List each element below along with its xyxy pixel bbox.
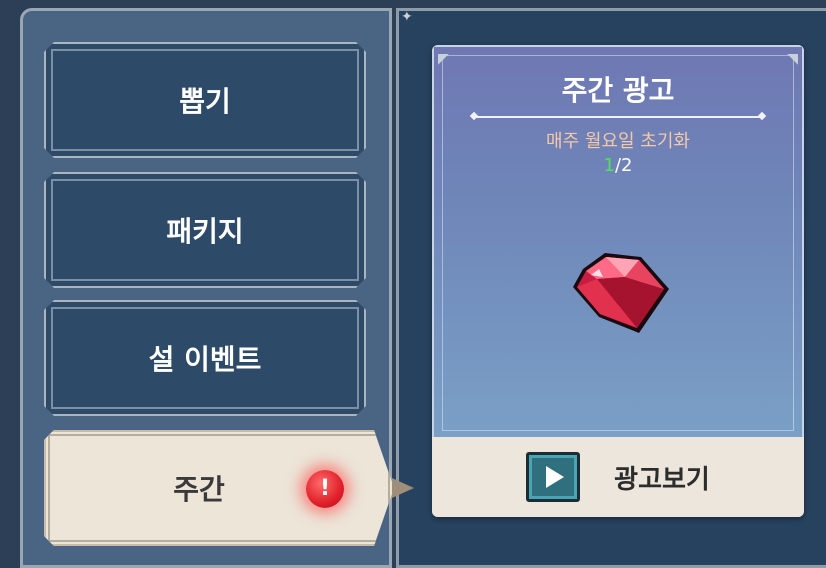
corner-ornament-icon: ◥: [787, 51, 798, 67]
reset-info-text: 매주 월요일 초기화: [546, 131, 690, 152]
exclamation-icon: !: [319, 476, 331, 501]
watch-count: 1/2: [434, 155, 802, 176]
ad-card-body: ◤ ◥ 주간 광고 매주 월요일 초기화 1/2: [432, 45, 804, 437]
menu-item-new-year-event[interactable]: 설 이벤트: [44, 300, 366, 416]
corner-ornament-icon: ✦: [401, 9, 413, 25]
watch-ad-label: 광고보기: [614, 464, 710, 495]
red-gem-icon: [573, 253, 669, 333]
menu-item-label: 패키지: [166, 215, 244, 248]
ad-card-frame: [442, 55, 794, 431]
ad-card-title: 주간 광고: [561, 74, 675, 107]
weekly-ad-card: ◤ ◥ 주간 광고 매주 월요일 초기화 1/2 광고보기: [432, 45, 804, 517]
play-icon: [526, 452, 581, 502]
menu-item-label: 설 이벤트: [148, 343, 262, 376]
title-divider: [474, 116, 762, 118]
menu-item-label: 주간: [173, 473, 225, 506]
menu-item-package[interactable]: 패키지: [44, 172, 366, 288]
alert-badge: !: [306, 470, 344, 508]
menu-item-label: 뽑기: [179, 85, 231, 118]
watch-ad-button[interactable]: 광고보기: [432, 437, 804, 517]
watch-count-total: /2: [614, 155, 633, 176]
watch-count-done: 1: [603, 155, 615, 176]
active-tab-pointer: [392, 478, 414, 498]
menu-item-gacha[interactable]: 뽑기: [44, 42, 366, 158]
corner-ornament-icon: ◤: [438, 51, 449, 67]
